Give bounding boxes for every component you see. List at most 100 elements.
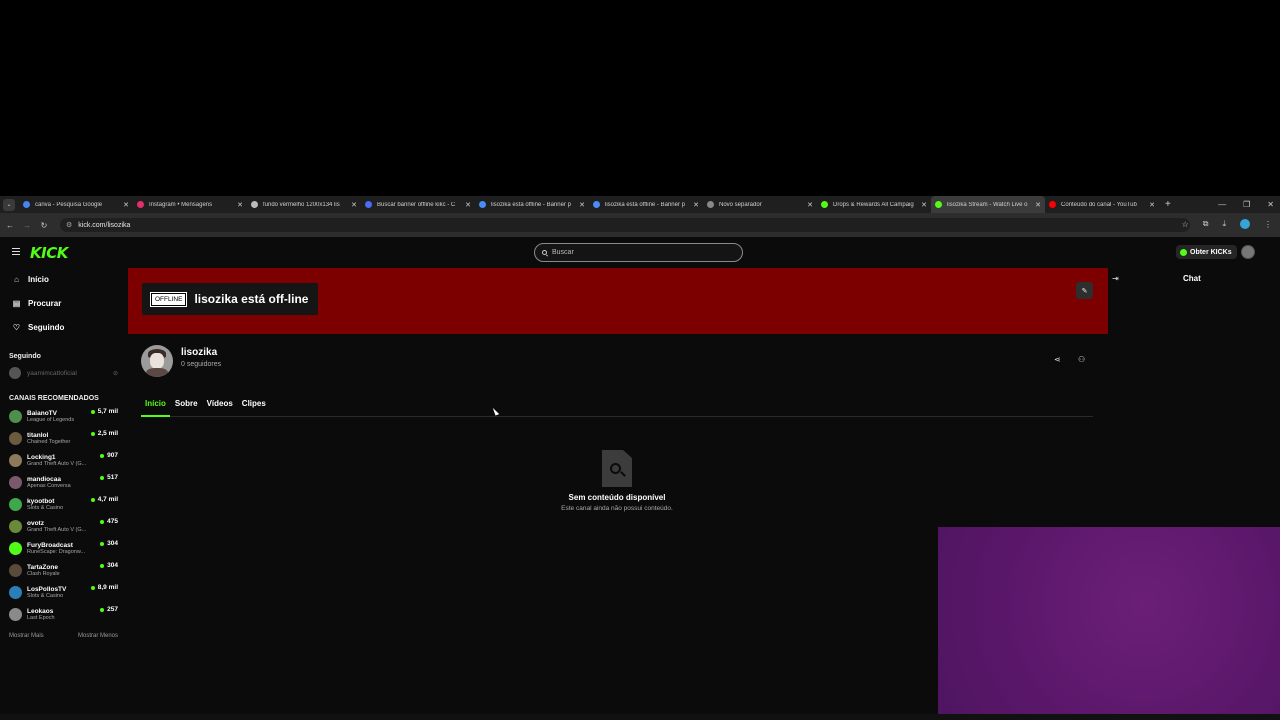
live-dot-icon xyxy=(100,563,105,568)
channel-name: kyootbot xyxy=(27,497,55,505)
edit-banner-button[interactable]: ✎ xyxy=(1076,282,1093,299)
forward-icon[interactable]: → xyxy=(20,221,34,230)
close-tab-icon[interactable]: ✕ xyxy=(1149,201,1155,209)
recommended-channel[interactable]: TartaZone Clash Royale 304 xyxy=(0,559,128,581)
browser-tab[interactable]: lisozika está offline - Banner p ✕ xyxy=(589,196,703,213)
browser-tab[interactable]: fundo vermelho 1200x134 lis ✕ xyxy=(247,196,361,213)
channel-avatar[interactable] xyxy=(141,345,173,377)
tab-about[interactable]: Sobre xyxy=(171,397,202,417)
live-dot-icon xyxy=(100,519,105,524)
close-tab-icon[interactable]: ✕ xyxy=(807,201,813,209)
recommended-channel[interactable]: FuryBroadcast RuneScape: Dragonw... 304 xyxy=(0,537,128,559)
browser-tab[interactable]: Buscar banner offline kikc - C ✕ xyxy=(361,196,475,213)
browser-tab[interactable]: Novo separador ✕ xyxy=(703,196,817,213)
close-tab-icon[interactable]: ✕ xyxy=(579,201,585,209)
channel-name: LosPollosTV xyxy=(27,585,67,593)
avatar xyxy=(9,367,21,379)
recommended-channel[interactable]: kyootbot Slots & Casino 4,7 mil xyxy=(0,493,128,515)
tab-favicon-icon xyxy=(23,201,30,208)
url-field[interactable]: ⚙ kick.com/lisozika xyxy=(60,218,1190,232)
profile-avatar[interactable] xyxy=(1240,219,1250,229)
channel-name: TartaZone xyxy=(27,563,58,571)
tab-title: Novo separador xyxy=(719,201,762,208)
restore-icon[interactable]: ❐ xyxy=(1243,200,1250,209)
recommended-channel[interactable]: ovotz Grand Theft Auto V (G... 475 xyxy=(0,515,128,537)
file-search-icon xyxy=(602,450,632,487)
viewer-count-value: 907 xyxy=(107,452,118,459)
site-info-icon[interactable]: ⚙ xyxy=(66,221,72,229)
channel-category: League of Legends xyxy=(27,416,75,423)
new-tab-icon[interactable]: + xyxy=(1165,199,1171,210)
kick-logo[interactable]: KICK xyxy=(30,244,68,262)
browser-tab[interactable]: lisozika está offline - Banner p ✕ xyxy=(475,196,589,213)
viewer-count: 304 xyxy=(100,562,118,569)
sidebar-item-browse[interactable]: ▤ Procurar xyxy=(0,291,128,315)
share-icon[interactable]: ⋖ xyxy=(1054,355,1061,364)
live-dot-icon xyxy=(90,585,95,590)
browser-tab[interactable]: Conteúdo do canal - YouTub ✕ xyxy=(1045,196,1159,213)
channel-category: Chained Together xyxy=(27,438,71,445)
extensions-icon[interactable]: ⧉ xyxy=(1203,219,1209,229)
browser-tab[interactable]: Instagram • Mensagens ✕ xyxy=(133,196,247,213)
close-tab-icon[interactable]: ✕ xyxy=(1035,201,1041,209)
recommended-channel[interactable]: BaianoTV League of Legends 5,7 mil xyxy=(0,405,128,427)
home-icon: ⌂ xyxy=(14,274,19,284)
browser-tab-active[interactable]: lisozika Stream - Watch Live o ✕ xyxy=(931,196,1045,213)
following-channel[interactable]: yaamimcattoficial ⊘ xyxy=(0,363,128,383)
close-tab-icon[interactable]: ✕ xyxy=(465,201,471,209)
close-tab-icon[interactable]: ✕ xyxy=(693,201,699,209)
close-tab-icon[interactable]: ✕ xyxy=(237,201,243,209)
add-user-icon[interactable]: ⚇ xyxy=(1078,355,1085,364)
close-tab-icon[interactable]: ✕ xyxy=(921,201,927,209)
offline-title: lisozika está off-line xyxy=(194,292,309,306)
browser-tab[interactable]: Drops & Rewards All Campaig ✕ xyxy=(817,196,931,213)
download-icon[interactable]: ⤓ xyxy=(1222,219,1226,229)
chat-title: Chat xyxy=(1183,274,1201,283)
channel-name: Locking1 xyxy=(27,453,56,461)
get-kicks-button[interactable]: Obter KICKs xyxy=(1176,245,1237,259)
show-less-button[interactable]: Mostrar Menos xyxy=(78,633,118,639)
collapse-chat-icon[interactable]: ⇥ xyxy=(1112,274,1119,283)
viewer-count-value: 517 xyxy=(107,474,118,481)
kicks-coin-icon xyxy=(1180,248,1187,256)
menu-dots-icon[interactable]: ⋮ xyxy=(1264,220,1272,229)
reload-icon[interactable]: ↻ xyxy=(37,221,51,230)
user-avatar[interactable] xyxy=(1241,245,1255,259)
search-placeholder: Buscar xyxy=(552,249,574,256)
tab-favicon-icon xyxy=(137,201,144,208)
recommended-channel[interactable]: Leokaos Last Epoch 257 xyxy=(0,603,128,625)
viewer-count: 475 xyxy=(100,518,118,525)
bookmark-star-icon[interactable]: ☆ xyxy=(1182,220,1189,229)
viewer-count-value: 257 xyxy=(107,606,118,613)
viewer-count: 2,5 mil xyxy=(90,430,118,437)
channel-category: Grand Theft Auto V (G... xyxy=(27,526,87,533)
recommended-channel[interactable]: titanlol Chained Together 2,5 mil xyxy=(0,427,128,449)
search-input[interactable]: Buscar xyxy=(534,243,743,262)
hamburger-menu-icon[interactable] xyxy=(12,248,20,255)
show-more-button[interactable]: Mostrar Mais xyxy=(9,633,44,639)
recommended-channel[interactable]: LosPollosTV Slots & Casino 8,9 mil xyxy=(0,581,128,603)
heart-icon: ♡ xyxy=(12,322,21,332)
tab-clips[interactable]: Clipes xyxy=(238,397,270,417)
tab-search-icon[interactable]: ⌄ xyxy=(3,198,15,211)
close-tab-icon[interactable]: ✕ xyxy=(351,201,357,209)
minimize-icon[interactable]: — xyxy=(1218,200,1226,209)
kick-top-nav: KICK Buscar Obter KICKs xyxy=(0,237,1280,267)
channel-name: titanlol xyxy=(27,431,49,439)
browser-tab[interactable]: canva - Pesquisa Google ✕ xyxy=(19,196,133,213)
avatar xyxy=(9,585,22,599)
back-icon[interactable]: ← xyxy=(3,221,17,230)
recommended-channel[interactable]: Locking1 Grand Theft Auto V (G... 907 xyxy=(0,449,128,471)
sidebar-item-home[interactable]: ⌂ Início xyxy=(0,267,128,291)
tab-videos[interactable]: Vídeos xyxy=(203,397,237,417)
live-dot-icon xyxy=(100,475,105,480)
close-tab-icon[interactable]: ✕ xyxy=(123,201,129,209)
tab-home[interactable]: Início xyxy=(141,397,170,417)
viewer-count-value: 304 xyxy=(107,562,118,569)
taskbar xyxy=(0,714,1280,720)
tab-title: lisozika está offline - Banner p xyxy=(491,201,571,208)
sidebar-item-following[interactable]: ♡ Seguindo xyxy=(0,315,128,339)
close-window-icon[interactable]: ✕ xyxy=(1267,200,1274,209)
sidebar-item-label: Seguindo xyxy=(28,322,65,332)
recommended-channel[interactable]: mandiocaa Apenas Conversa 517 xyxy=(0,471,128,493)
